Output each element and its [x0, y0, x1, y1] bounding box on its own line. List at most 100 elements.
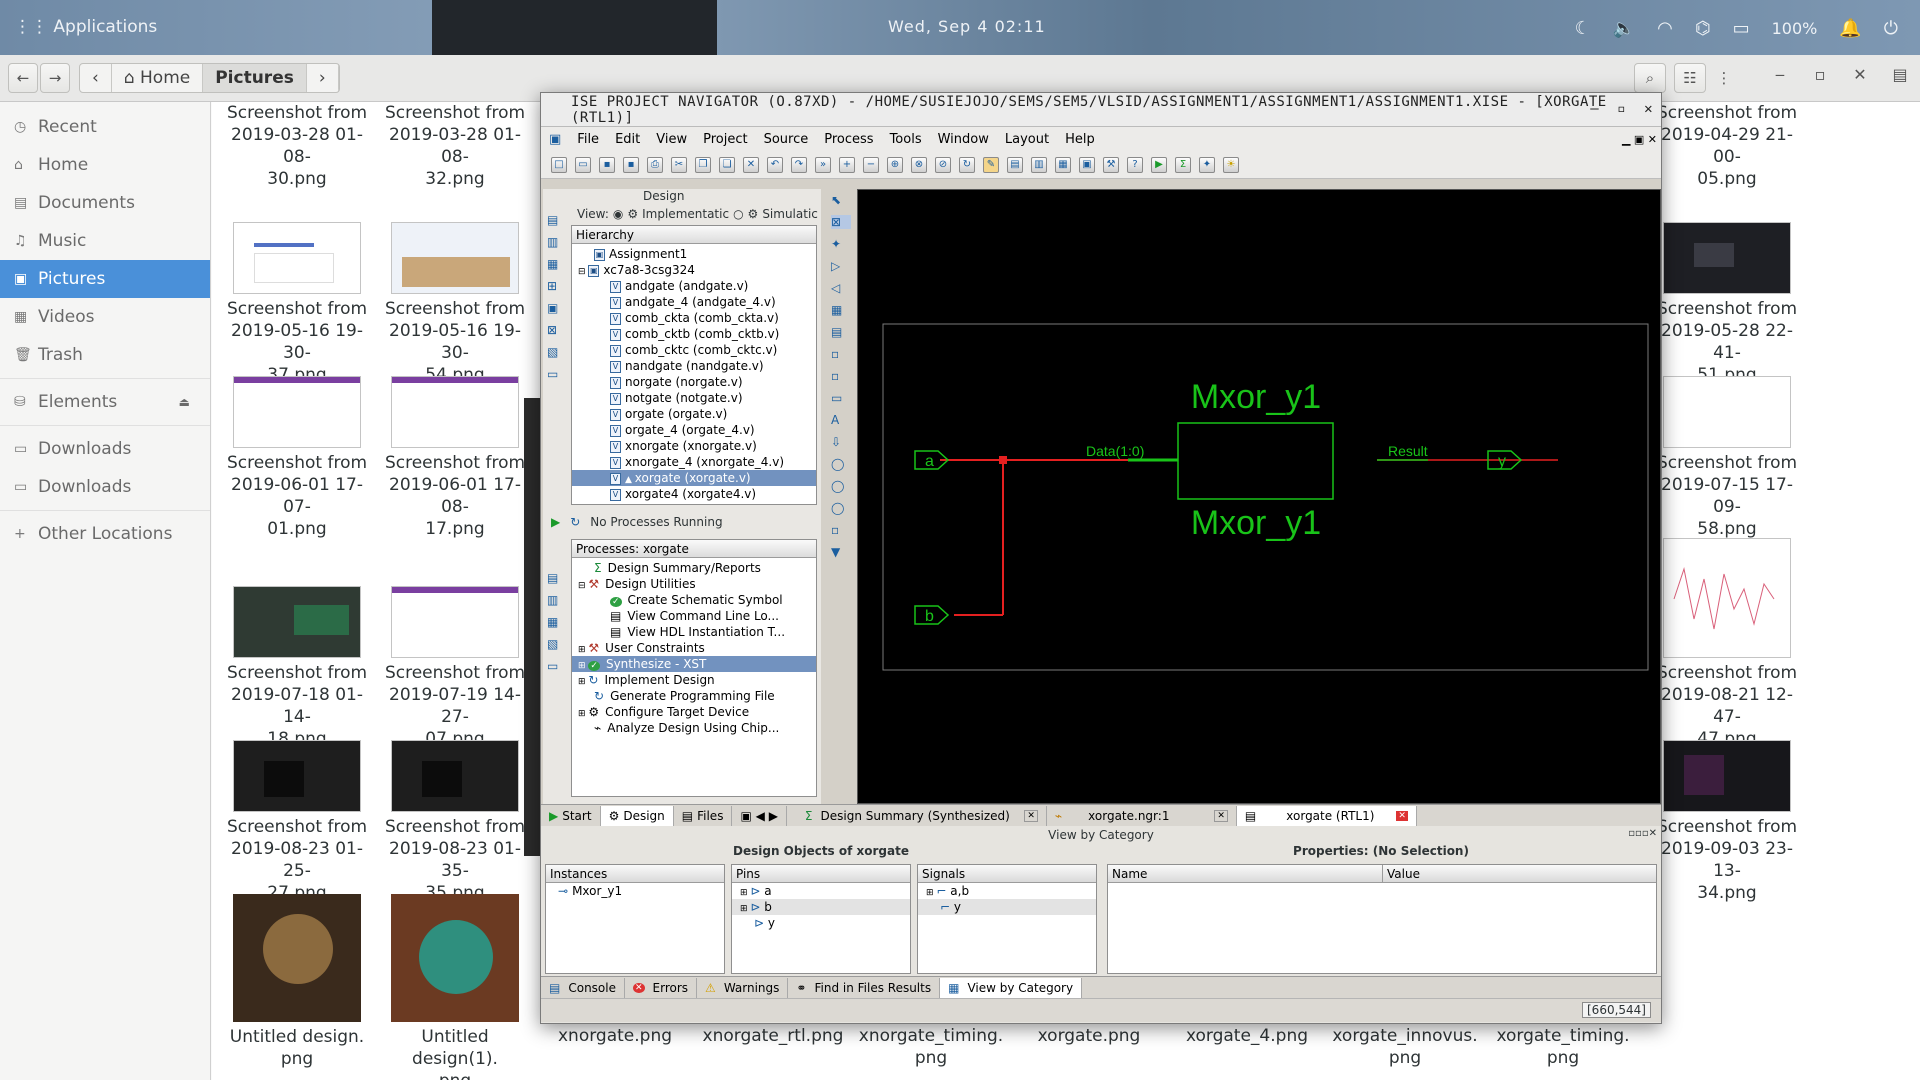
- file-tile[interactable]: Screenshot from 2019-07-19 14-27- 07.png: [380, 586, 530, 750]
- process-icon[interactable]: ▤: [547, 571, 567, 585]
- process-icon[interactable]: ▦: [547, 615, 567, 629]
- chevron-left-icon[interactable]: ◀: [756, 809, 765, 823]
- process-row[interactable]: ⌁ Analyze Design Using Chip...: [572, 720, 816, 736]
- tree-row-source-selected[interactable]: V ▲ xorgate (xorgate.v): [572, 470, 816, 486]
- circle-icon[interactable]: ◯: [831, 479, 851, 493]
- tab-files[interactable]: ▤ Files: [674, 805, 733, 826]
- open-icon[interactable]: ▭: [575, 156, 591, 173]
- close-tab-icon[interactable]: ✕: [1214, 809, 1228, 822]
- tab-warnings[interactable]: ⚠ Warnings: [697, 977, 789, 998]
- sidebar-item-home[interactable]: ⌂ Home: [0, 146, 210, 184]
- maximize-button[interactable]: ▫: [1800, 65, 1840, 84]
- sidebar-item-trash[interactable]: 🗑 Trash: [0, 336, 210, 374]
- file-tile[interactable]: Screenshot from 2019-09-03 23-13- 34.png: [1652, 740, 1802, 904]
- tile-horizontal-icon[interactable]: ▥: [1031, 156, 1047, 173]
- file-tile[interactable]: xnorgate.png: [540, 1025, 690, 1047]
- simulation-radio[interactable]: ○: [733, 207, 743, 221]
- sidebar-item-other-locations[interactable]: + Other Locations: [0, 515, 210, 553]
- sidebar-item-elements[interactable]: ⛁ Elements ⏏: [0, 383, 210, 421]
- instance-box[interactable]: [1177, 422, 1334, 500]
- sigma-icon[interactable]: Σ: [1175, 156, 1191, 173]
- file-tile[interactable]: Screenshot from 2019-05-16 19-30- 37.png: [222, 222, 372, 386]
- collapse-icon[interactable]: ⊟: [578, 581, 588, 591]
- tree-row-source[interactable]: Vcomb_ckta (comb_ckta.v): [572, 310, 816, 326]
- breadcrumb-pictures[interactable]: Pictures: [203, 64, 307, 92]
- file-tile[interactable]: Screenshot from 2019-05-16 19-30- 54.png: [380, 222, 530, 386]
- eject-icon[interactable]: ⏏: [179, 395, 190, 409]
- tree-row-source[interactable]: Vandgate_4 (andgate_4.v): [572, 294, 816, 310]
- file-tile[interactable]: xnorgate_rtl.png: [698, 1025, 848, 1047]
- expand-icon[interactable]: ▷: [831, 259, 851, 273]
- signals-header[interactable]: Signals: [918, 865, 1096, 883]
- process-row[interactable]: ✓ Create Schematic Symbol: [572, 592, 816, 608]
- tree-row-source[interactable]: Vxnorgate_4 (xnorgate_4.v): [572, 454, 816, 470]
- process-row[interactable]: ⊟ ⚒ Design Utilities: [572, 576, 816, 592]
- panel-icon[interactable]: ▭: [547, 367, 567, 381]
- sidebar-item-recent[interactable]: ◷ Recent: [0, 108, 210, 146]
- shield-icon[interactable]: ▼: [831, 545, 851, 559]
- expand-icon[interactable]: ⊞: [740, 888, 750, 898]
- cascade-icon[interactable]: ▤: [1007, 156, 1023, 173]
- process-icon[interactable]: ▧: [547, 637, 567, 651]
- run-icon[interactable]: ▶: [1151, 156, 1167, 173]
- zoom-select-icon[interactable]: ⊘: [935, 156, 951, 173]
- process-row[interactable]: ⊞ ⚒ User Constraints: [572, 640, 816, 656]
- grid-icon[interactable]: ▦: [831, 303, 851, 317]
- zoom-in-icon[interactable]: +: [839, 156, 855, 173]
- menu-help[interactable]: Help: [1065, 132, 1095, 147]
- breadcrumb-home[interactable]: ⌂ Home: [112, 64, 204, 92]
- value-column-header[interactable]: Value: [1383, 865, 1420, 882]
- tab-rtl[interactable]: ▤ xorgate (RTL1) ✕: [1236, 805, 1417, 826]
- file-tile[interactable]: Screenshot from 2019-08-23 01-25- 27.png: [222, 740, 372, 904]
- file-tile[interactable]: Screenshot from 2019-06-01 17-07- 01.png: [222, 376, 372, 540]
- tree-row-source[interactable]: Vnorgate (norgate.v): [572, 374, 816, 390]
- save-icon[interactable]: ▪: [599, 156, 615, 173]
- lightbulb-icon[interactable]: ☀: [1223, 156, 1239, 173]
- tree-row-source[interactable]: Vcomb_cktb (comb_cktb.v): [572, 326, 816, 342]
- maximize-button[interactable]: ▫: [1617, 101, 1626, 117]
- cut-icon[interactable]: ✂: [671, 156, 687, 173]
- zoom-fit-icon[interactable]: ⊕: [887, 156, 903, 173]
- tab-more[interactable]: ▣ ◀ ▶: [732, 805, 787, 826]
- back-button[interactable]: ←: [8, 63, 38, 93]
- sidebar-item-music[interactable]: ♫ Music: [0, 222, 210, 260]
- file-tile[interactable]: xorgate.png: [1014, 1025, 1164, 1047]
- menu-layout[interactable]: Layout: [1005, 132, 1049, 147]
- tab-view-by-category[interactable]: ▦ View by Category: [940, 977, 1083, 998]
- design-properties-icon[interactable]: ▣: [547, 301, 567, 315]
- file-tile[interactable]: Untitled design. png: [222, 894, 372, 1070]
- tab-errors[interactable]: ✕ Errors: [625, 977, 698, 998]
- tab-start[interactable]: ▶ Start: [541, 805, 601, 826]
- menu-source[interactable]: Source: [764, 132, 809, 147]
- page-icon[interactable]: ▭: [831, 391, 851, 405]
- file-tile[interactable]: Screenshot from 2019-07-15 17-09- 58.png: [1652, 376, 1802, 540]
- file-tile[interactable]: Screenshot from 2019-05-28 22-41- 51.png: [1652, 222, 1802, 386]
- system-tray[interactable]: ☾ 🔈 ◠ ⌬ ▭ 100% 🔔 ⏻: [1575, 10, 1920, 46]
- menu-view[interactable]: View: [656, 132, 687, 147]
- expand-icon[interactable]: ⊞: [578, 661, 588, 671]
- list-item[interactable]: ⊞ ⊳ b: [732, 899, 910, 915]
- copy-icon[interactable]: ❐: [695, 156, 711, 173]
- process-row[interactable]: ↻ Generate Programming File: [572, 688, 816, 704]
- mdi-controls[interactable]: ▁ ▣ ✕: [1622, 133, 1657, 146]
- tree-row-source[interactable]: Vxorgate4 (xorgate4.v): [572, 486, 816, 502]
- list-item[interactable]: ⊞ ⊳ a: [732, 883, 910, 899]
- menu-tools[interactable]: Tools: [890, 132, 922, 147]
- schematic-canvas[interactable]: Mxor_y1 Mxor_y1 a b y Data(1:0) Result: [857, 189, 1661, 804]
- view-list-button[interactable]: ☷: [1674, 63, 1706, 93]
- list-item[interactable]: ⌐ y: [918, 899, 1096, 915]
- more-icon[interactable]: »: [815, 156, 831, 173]
- file-tile[interactable]: Screenshot from 2019-08-23 01-35- 35.png: [380, 740, 530, 904]
- paste-icon[interactable]: ❏: [719, 156, 735, 173]
- file-tile[interactable]: Screenshot from 2019-07-18 01-14- 18.png: [222, 586, 372, 750]
- export-icon[interactable]: ⇩: [831, 435, 851, 449]
- file-icon[interactable]: ▧: [547, 345, 567, 359]
- close-tab-icon[interactable]: ✕: [1024, 809, 1038, 822]
- tab-console[interactable]: ▤ Console: [541, 977, 625, 998]
- list-item[interactable]: ⊸ Mxor_y1: [546, 883, 724, 899]
- minimize-button[interactable]: ‒: [1760, 65, 1800, 84]
- tab-design-summary[interactable]: Σ Design Summary (Synthesized) ✕: [797, 805, 1047, 826]
- pins-header[interactable]: Pins: [732, 865, 910, 883]
- sidebar-item-documents[interactable]: ▤ Documents: [0, 184, 210, 222]
- process-row[interactable]: Σ Design Summary/Reports: [572, 560, 816, 576]
